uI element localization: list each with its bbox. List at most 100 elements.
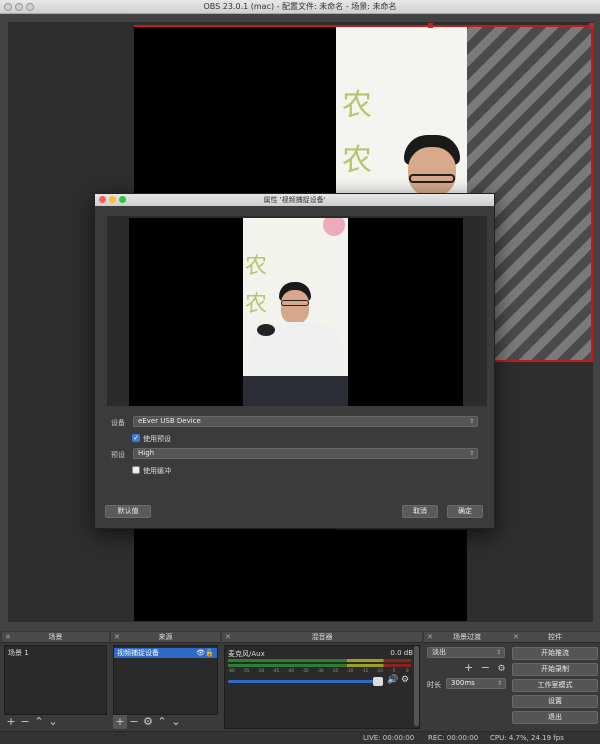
meter-tick: -45 bbox=[272, 668, 280, 673]
transitions-dock: ✕ 场景过渡 淡出 ⇕ + − ⚙ 时长 300ms ⇕ bbox=[424, 632, 510, 730]
ok-button[interactable]: 确定 bbox=[447, 505, 483, 518]
scenes-dock: ✕ 场景 场景 1 + − ⌃ ⌄ bbox=[2, 632, 109, 730]
cpu-fps: CPU: 4.7%, 24.19 fps bbox=[490, 734, 564, 742]
meter-tick: -5 bbox=[391, 668, 396, 673]
remove-icon[interactable]: − bbox=[18, 715, 32, 729]
use-buffer-label: 使用缓冲 bbox=[143, 467, 171, 475]
transition-select-value: 淡出 bbox=[432, 648, 446, 656]
controls-dock-title: 控件 bbox=[548, 633, 562, 641]
flower-decoration bbox=[323, 218, 345, 236]
use-preset-label: 使用预设 bbox=[143, 435, 171, 443]
start-streaming-button[interactable]: 开始推流 bbox=[512, 647, 598, 660]
volume-slider[interactable] bbox=[228, 680, 378, 683]
mixer-body: 麦克风/Aux 0.0 dB -60 -55 -50 -45 -40 -35 -30 -25-… bbox=[224, 645, 420, 729]
cancel-button[interactable]: 取消 bbox=[402, 505, 438, 518]
stepper-icon: ⇕ bbox=[496, 680, 502, 687]
gear-icon[interactable]: ⚙ bbox=[141, 715, 155, 729]
start-recording-button[interactable]: 开始录制 bbox=[512, 663, 598, 676]
mixer-dock-title: 混音器 bbox=[311, 633, 333, 641]
preset-select[interactable]: High ⇕ bbox=[133, 448, 478, 459]
dialog-close-button[interactable] bbox=[99, 196, 106, 203]
dialog-zoom-button[interactable] bbox=[119, 196, 126, 203]
preset-select-value: High bbox=[138, 449, 155, 457]
speaker-icon[interactable]: 🔊 bbox=[387, 675, 398, 685]
settings-button[interactable]: 设置 bbox=[512, 695, 598, 708]
duration-label: 时长 bbox=[427, 681, 441, 689]
scenes-list[interactable]: 场景 1 bbox=[4, 645, 107, 715]
duration-input[interactable]: 300ms ⇕ bbox=[446, 678, 506, 689]
live-time: LIVE: 00:00:00 bbox=[363, 734, 415, 742]
meter-ticks: -60 -55 -50 -45 -40 -35 -30 -25 -20 -15 -10 -5 0 bbox=[228, 668, 411, 675]
sources-dock-title: 来源 bbox=[158, 633, 173, 641]
resize-handle-top[interactable] bbox=[428, 23, 433, 28]
selection-border-top bbox=[134, 25, 593, 27]
person-face bbox=[408, 147, 456, 195]
move-up-icon[interactable]: ⌃ bbox=[32, 715, 46, 729]
window-title: OBS 23.0.1 (mac) - 配置文件: 未命名 - 场景: 未命名 bbox=[203, 2, 397, 11]
source-item[interactable]: 视频捕捉设备 👁 🔓 bbox=[114, 648, 217, 658]
close-icon[interactable]: ✕ bbox=[114, 632, 120, 643]
transition-select[interactable]: 淡出 ⇕ bbox=[427, 647, 505, 658]
badge-decoration bbox=[257, 324, 275, 336]
move-up-icon[interactable]: ⌃ bbox=[155, 715, 169, 729]
dialog-image-text-2: 农 bbox=[245, 292, 268, 317]
defaults-button[interactable]: 默认值 bbox=[105, 505, 151, 518]
meter-tick: -35 bbox=[302, 668, 309, 673]
move-down-icon[interactable]: ⌄ bbox=[169, 715, 183, 729]
close-icon[interactable]: ✕ bbox=[225, 632, 231, 643]
add-icon[interactable]: + bbox=[4, 715, 18, 729]
mixer-equipment bbox=[243, 376, 348, 406]
dialog-image-text-1: 农 bbox=[245, 254, 268, 279]
scenes-toolbar: + − ⌃ ⌄ bbox=[4, 715, 107, 729]
remove-icon[interactable]: − bbox=[127, 715, 141, 729]
close-icon[interactable]: ✕ bbox=[427, 632, 433, 643]
meter-tick: -60 bbox=[228, 668, 235, 673]
mixer-scrollbar[interactable] bbox=[414, 646, 419, 726]
glasses-icon bbox=[281, 300, 309, 306]
device-select-value: eEver USB Device bbox=[138, 417, 201, 425]
add-icon[interactable]: + bbox=[113, 715, 127, 729]
device-label: 设备 bbox=[111, 419, 125, 427]
meter-tick: -15 bbox=[361, 668, 369, 673]
mixer-dock: ✕ 混音器 麦克风/Aux 0.0 dB -60 -55 -50 -45 -40 -35 -3… bbox=[222, 632, 422, 730]
dialog-titlebar: 属性 '视频捕捉设备' bbox=[95, 194, 494, 206]
scenes-dock-title: 场景 bbox=[48, 633, 63, 641]
studio-mode-button[interactable]: 工作室模式 bbox=[512, 679, 598, 692]
meter-tick: -30 bbox=[317, 668, 324, 673]
use-preset-checkbox[interactable]: ✓ bbox=[132, 434, 140, 442]
rec-time: REC: 00:00:00 bbox=[428, 734, 479, 742]
sources-dock: ✕ 来源 视频捕捉设备 👁 🔓 + − ⚙ ⌃ ⌄ bbox=[111, 632, 220, 730]
chevron-updown-icon: ⇕ bbox=[468, 450, 474, 457]
exit-button[interactable]: 退出 bbox=[512, 711, 598, 724]
remove-icon[interactable]: − bbox=[481, 661, 490, 674]
glasses-icon bbox=[409, 174, 455, 183]
transitions-dock-title: 场景过渡 bbox=[453, 633, 481, 641]
device-select[interactable]: eEver USB Device ⇕ bbox=[133, 416, 478, 427]
scene-item[interactable]: 场景 1 bbox=[5, 648, 106, 658]
dialog-minimize-button[interactable] bbox=[109, 196, 116, 203]
eye-icon[interactable]: 👁 bbox=[196, 648, 205, 658]
resize-handle-top-right[interactable] bbox=[589, 23, 594, 28]
meter-tick: -10 bbox=[376, 668, 383, 673]
camera-source-lower[interactable] bbox=[134, 530, 467, 621]
volume-meter bbox=[228, 659, 411, 662]
add-icon[interactable]: + bbox=[464, 661, 473, 674]
close-icon[interactable]: ✕ bbox=[5, 632, 11, 643]
sources-toolbar: + − ⚙ ⌃ ⌄ bbox=[113, 715, 218, 729]
move-down-icon[interactable]: ⌄ bbox=[46, 715, 60, 729]
gear-icon[interactable]: ⚙ bbox=[401, 675, 409, 685]
dialog-title: 属性 '视频捕捉设备' bbox=[263, 196, 326, 204]
meter-tick: -40 bbox=[287, 668, 294, 673]
source-item-label: 视频捕捉设备 bbox=[117, 649, 159, 657]
channel-db: 0.0 dB bbox=[390, 649, 413, 657]
camera-image: 农 农 bbox=[336, 25, 467, 195]
meter-tick: -20 bbox=[346, 668, 354, 673]
use-buffer-checkbox[interactable] bbox=[132, 466, 140, 474]
volume-meter bbox=[228, 664, 411, 667]
close-icon[interactable]: ✕ bbox=[513, 632, 519, 643]
sources-list[interactable]: 视频捕捉设备 👁 🔓 bbox=[113, 645, 218, 715]
dialog-preview-image: 农 农 bbox=[243, 218, 348, 406]
volume-slider-handle[interactable] bbox=[373, 677, 383, 686]
gear-icon[interactable]: ⚙ bbox=[497, 664, 505, 674]
lock-icon[interactable]: 🔓 bbox=[205, 648, 214, 658]
